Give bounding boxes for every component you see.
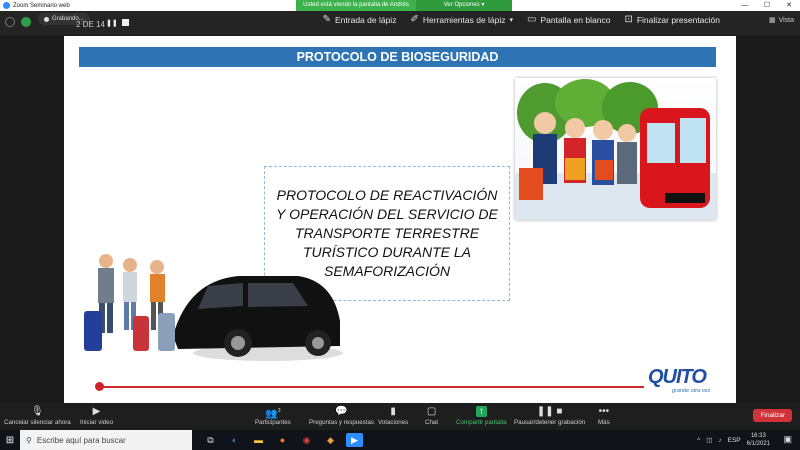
shield-icon[interactable] — [21, 17, 31, 27]
quito-logo-tagline: grande otra vez — [672, 388, 711, 394]
taskbar-clock[interactable]: 16:33 6/1/2021 — [747, 432, 770, 448]
blank-screen-icon: ▭ — [527, 14, 537, 25]
cartoon-people-buses-image — [515, 78, 716, 220]
slide-header: PROTOCOLO DE BIOSEGURIDAD — [79, 47, 716, 67]
qa-icon: 💬 — [335, 406, 348, 417]
app-icon[interactable]: ◆ — [322, 433, 339, 447]
file-explorer-icon[interactable]: ▬ — [250, 433, 267, 447]
zoom-logo-icon — [3, 2, 10, 9]
windows-taskbar: ⊞ ⚲ Escribe aquí para buscar ⧉ ◐ ▬ ● ◉ ◆… — [0, 430, 800, 450]
window-title: Zoom Seminario web — [13, 2, 70, 9]
meeting-controls-bar: 🎙 Cancelar silenciar ahora ▶ Iniciar vid… — [0, 403, 800, 430]
polls-button[interactable]: ▮ Votaciones — [378, 406, 408, 426]
taskbar-apps: ⧉ ◐ ▬ ● ◉ ◆ ▶ — [202, 433, 363, 447]
start-video-label: Iniciar video — [80, 419, 114, 426]
share-screen-label: Compartir pantalla — [456, 419, 507, 426]
chrome-icon[interactable]: ◉ — [298, 433, 315, 447]
edge-browser-icon[interactable]: ◐ — [226, 433, 243, 447]
pen-tools-button[interactable]: ✐ Herramientas de lápiz ▾ — [410, 14, 513, 25]
unmute-button[interactable]: 🎙 Cancelar silenciar ahora — [4, 406, 71, 426]
grid-icon: ▦ — [768, 17, 776, 24]
video-off-icon: ▶ — [92, 406, 101, 417]
presentation-slide: PROTOCOLO DE BIOSEGURIDAD PROTOCOLO DE R… — [64, 36, 736, 403]
annotation-tools: ✎ Entrada de lápiz ✐ Herramientas de láp… — [323, 14, 720, 25]
notification-icon[interactable]: ▣ — [783, 434, 792, 445]
tray-overflow-icon[interactable]: ^ — [697, 437, 700, 444]
blank-screen-button[interactable]: ▭ Pantalla en blanco — [527, 14, 610, 25]
pause-stop-recording-button[interactable]: ❚❚ ■ Pausar/detener grabación — [514, 406, 585, 426]
slide-divider-dot — [95, 382, 104, 391]
microphone-muted-icon: 🎙 — [31, 406, 44, 417]
quito-logo: QUITO — [648, 366, 707, 389]
zoom-taskbar-icon[interactable]: ▶ — [346, 433, 363, 447]
close-button[interactable]: ✕ — [778, 0, 800, 11]
system-tray: ^ ◫ ♪ ESP 16:33 6/1/2021 — [697, 430, 770, 450]
pen-tools-icon: ✐ — [410, 14, 419, 25]
qa-label: Preguntas y respuestas — [309, 419, 375, 426]
search-icon: ⚲ — [26, 435, 32, 445]
chat-icon: ▢ — [426, 406, 437, 417]
maximize-button[interactable]: ☐ — [756, 0, 778, 11]
firefox-icon[interactable]: ● — [274, 433, 291, 447]
more-label: Más — [598, 419, 610, 426]
slide-page-indicator: 2 DE 14 — [76, 20, 105, 29]
window-controls: — ☐ ✕ — [734, 0, 800, 11]
pause-stop-icon: ❚❚ ■ — [536, 406, 563, 417]
pen-input-label: Entrada de lápiz — [335, 14, 397, 25]
polls-label: Votaciones — [378, 419, 409, 426]
quito-logo-text: QUITO — [648, 366, 707, 388]
chat-button[interactable]: ▢ Chat — [425, 406, 438, 426]
more-button[interactable]: ••• Más — [598, 406, 610, 426]
more-icon: ••• — [598, 406, 610, 417]
pause-stop-recording-label: Pausar/detener grabación — [514, 419, 586, 426]
share-screen-icon: ↑ — [475, 406, 487, 417]
start-video-button[interactable]: ▶ Iniciar video — [80, 406, 113, 426]
stop-recording-icon[interactable] — [122, 19, 129, 26]
unmute-label: Cancelar silenciar ahora — [4, 419, 71, 426]
participants-icon: 👥3 — [265, 408, 281, 420]
participants-label: Participantes — [255, 419, 291, 426]
qa-button[interactable]: 💬 Preguntas y respuestas — [309, 406, 374, 426]
info-icon[interactable] — [5, 17, 15, 27]
pause-recording-icon[interactable]: ❚❚ — [106, 19, 118, 27]
clock-time: 16:33 — [750, 433, 766, 439]
network-icon[interactable]: ◫ — [706, 436, 712, 444]
travelers-van-image — [78, 241, 343, 366]
view-button[interactable]: ▦ Vista — [768, 16, 794, 25]
pen-tools-label: Herramientas de lápiz — [422, 14, 506, 25]
polls-icon: ▮ — [390, 406, 396, 417]
end-meeting-button[interactable]: Finalizar — [753, 409, 792, 422]
pen-icon: ✎ — [322, 14, 332, 25]
participants-count: 3 — [277, 408, 281, 414]
blank-screen-label: Pantalla en blanco — [540, 14, 611, 25]
share-banner: Usted está viendo la pantalla de Andrés … — [296, 0, 416, 19]
search-placeholder: Escribe aquí para buscar — [36, 435, 126, 445]
chat-label: Chat — [425, 419, 439, 426]
volume-icon[interactable]: ♪ — [718, 437, 721, 444]
slide-divider-line — [98, 386, 644, 388]
participants-button[interactable]: 👥3 Participantes — [255, 406, 291, 426]
end-presentation-button[interactable]: ⊡ Finalizar presentación — [624, 14, 720, 25]
view-options-button[interactable]: Ver Opciones ▾ — [416, 0, 512, 11]
cloud-record-icon — [44, 16, 49, 22]
task-view-icon[interactable]: ⧉ — [202, 433, 219, 447]
windows-start-icon[interactable]: ⊞ — [0, 435, 20, 446]
end-presentation-label: Finalizar presentación — [636, 14, 720, 25]
pen-input-button[interactable]: ✎ Entrada de lápiz — [323, 14, 397, 25]
chevron-down-icon: ▾ — [509, 16, 514, 24]
minimize-button[interactable]: — — [734, 0, 756, 11]
clock-date: 6/1/2021 — [746, 441, 770, 447]
share-screen-button[interactable]: ↑ Compartir pantalla — [456, 406, 507, 426]
taskbar-search-box[interactable]: ⚲ Escribe aquí para buscar — [20, 430, 192, 450]
end-presentation-icon: ⊡ — [624, 14, 633, 25]
language-indicator[interactable]: ESP — [728, 437, 741, 444]
view-label: Vista — [778, 16, 794, 24]
